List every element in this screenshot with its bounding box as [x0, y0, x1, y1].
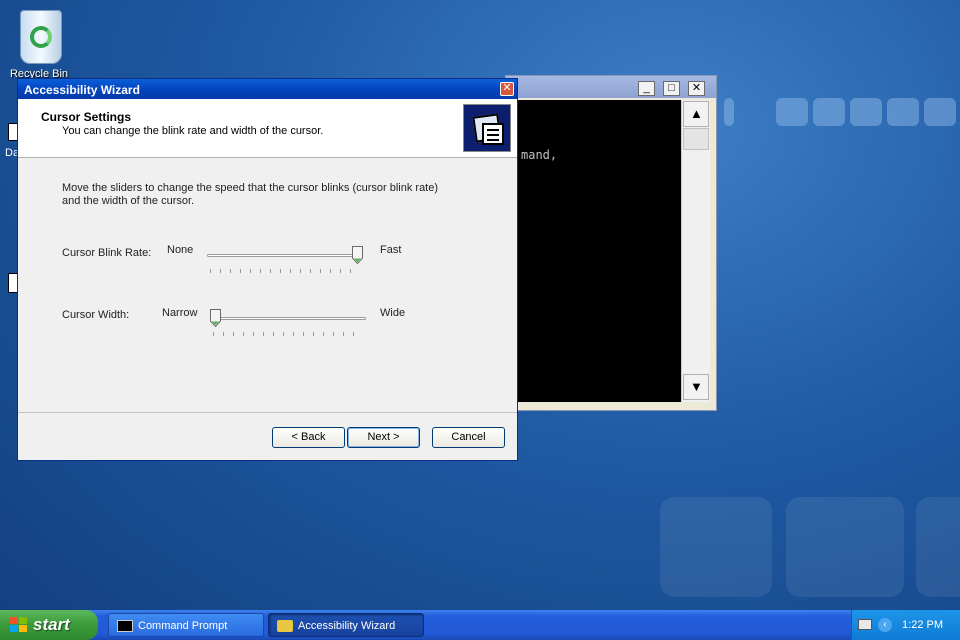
- clock[interactable]: 1:22 PM: [902, 619, 943, 631]
- width-min-label: Narrow: [162, 307, 198, 319]
- desktop-tile: [813, 98, 845, 126]
- cancel-button[interactable]: Cancel: [432, 427, 505, 448]
- windows-logo-icon: [10, 617, 28, 633]
- arrow-down-icon: ▼: [690, 379, 703, 394]
- show-hidden-icons-button[interactable]: ‹: [878, 618, 892, 632]
- slider-thumb[interactable]: [352, 246, 363, 264]
- close-button[interactable]: ✕: [688, 81, 705, 96]
- wizard-header: Cursor Settings You can change the blink…: [18, 99, 517, 158]
- scroll-up-button[interactable]: ▲: [683, 101, 709, 127]
- slider-track: [207, 254, 363, 257]
- desktop-tile: [887, 98, 919, 126]
- vertical-scrollbar[interactable]: ▲ ▼: [681, 100, 710, 402]
- next-button[interactable]: Next >: [347, 427, 420, 448]
- blink-min-label: None: [167, 244, 194, 256]
- width-max-label: Wide: [380, 307, 406, 319]
- recycle-bin-icon: [14, 2, 64, 64]
- desktop-tile: [660, 497, 772, 597]
- console-output[interactable]: mand,: [514, 100, 681, 402]
- taskbar-item-label: Command Prompt: [138, 620, 228, 632]
- minimize-button[interactable]: _: [638, 81, 655, 96]
- slider-ticks: [213, 332, 363, 336]
- blink-max-label: Fast: [380, 244, 402, 256]
- intro-text: Move the sliders to change the speed tha…: [62, 182, 439, 207]
- desktop-tile: [850, 98, 882, 126]
- arrow-up-icon: ▲: [690, 106, 703, 121]
- taskbar: start Command Prompt Accessibility Wizar…: [0, 610, 960, 640]
- taskbar-item-label: Accessibility Wizard: [298, 620, 396, 632]
- slider-ticks: [210, 269, 360, 273]
- desktop-tile: [916, 497, 960, 597]
- console-text: mand,: [521, 148, 558, 162]
- start-button[interactable]: start: [0, 610, 98, 640]
- recycle-bin-shortcut[interactable]: Recycle Bin: [4, 2, 74, 80]
- start-label: start: [33, 615, 70, 634]
- header-title: Cursor Settings: [41, 110, 132, 124]
- desktop-tile: [924, 98, 956, 126]
- header-subtitle: You can change the blink rate and width …: [62, 125, 324, 137]
- command-prompt-window[interactable]: _ □ ✕ mand, ▲ ▼: [505, 75, 717, 411]
- maximize-button[interactable]: □: [663, 81, 680, 96]
- system-tray: ‹ 1:22 PM: [851, 610, 960, 640]
- cursor-width-label: Cursor Width:: [62, 309, 130, 321]
- close-button[interactable]: ✕: [500, 82, 514, 96]
- taskbar-item-command-prompt[interactable]: Command Prompt: [108, 613, 264, 637]
- blink-rate-slider[interactable]: [207, 246, 363, 276]
- accessibility-wizard-icon: [277, 620, 293, 632]
- slider-thumb[interactable]: [210, 309, 221, 327]
- keyboard-icon[interactable]: [858, 619, 872, 630]
- wizard-titlebar[interactable]: Accessibility Wizard ✕: [18, 79, 517, 99]
- wizard-cards-icon: [463, 104, 511, 152]
- scroll-thumb[interactable]: [683, 128, 709, 150]
- taskbar-item-accessibility-wizard[interactable]: Accessibility Wizard: [268, 613, 424, 637]
- footer-divider: [18, 412, 517, 413]
- blink-rate-label: Cursor Blink Rate:: [62, 247, 152, 259]
- desktop-tile: [724, 98, 734, 126]
- wizard-title: Accessibility Wizard: [24, 83, 140, 97]
- cmd-titlebar[interactable]: _ □ ✕: [506, 76, 716, 98]
- desktop-tile: [776, 98, 808, 126]
- command-prompt-icon: [117, 620, 133, 632]
- accessibility-wizard-dialog[interactable]: Accessibility Wizard ✕ Cursor Settings Y…: [17, 78, 518, 461]
- cursor-width-slider[interactable]: [210, 309, 366, 339]
- slider-track: [210, 317, 366, 320]
- scroll-down-button[interactable]: ▼: [683, 374, 709, 400]
- back-button[interactable]: < Back: [272, 427, 345, 448]
- desktop-tile: [786, 497, 904, 597]
